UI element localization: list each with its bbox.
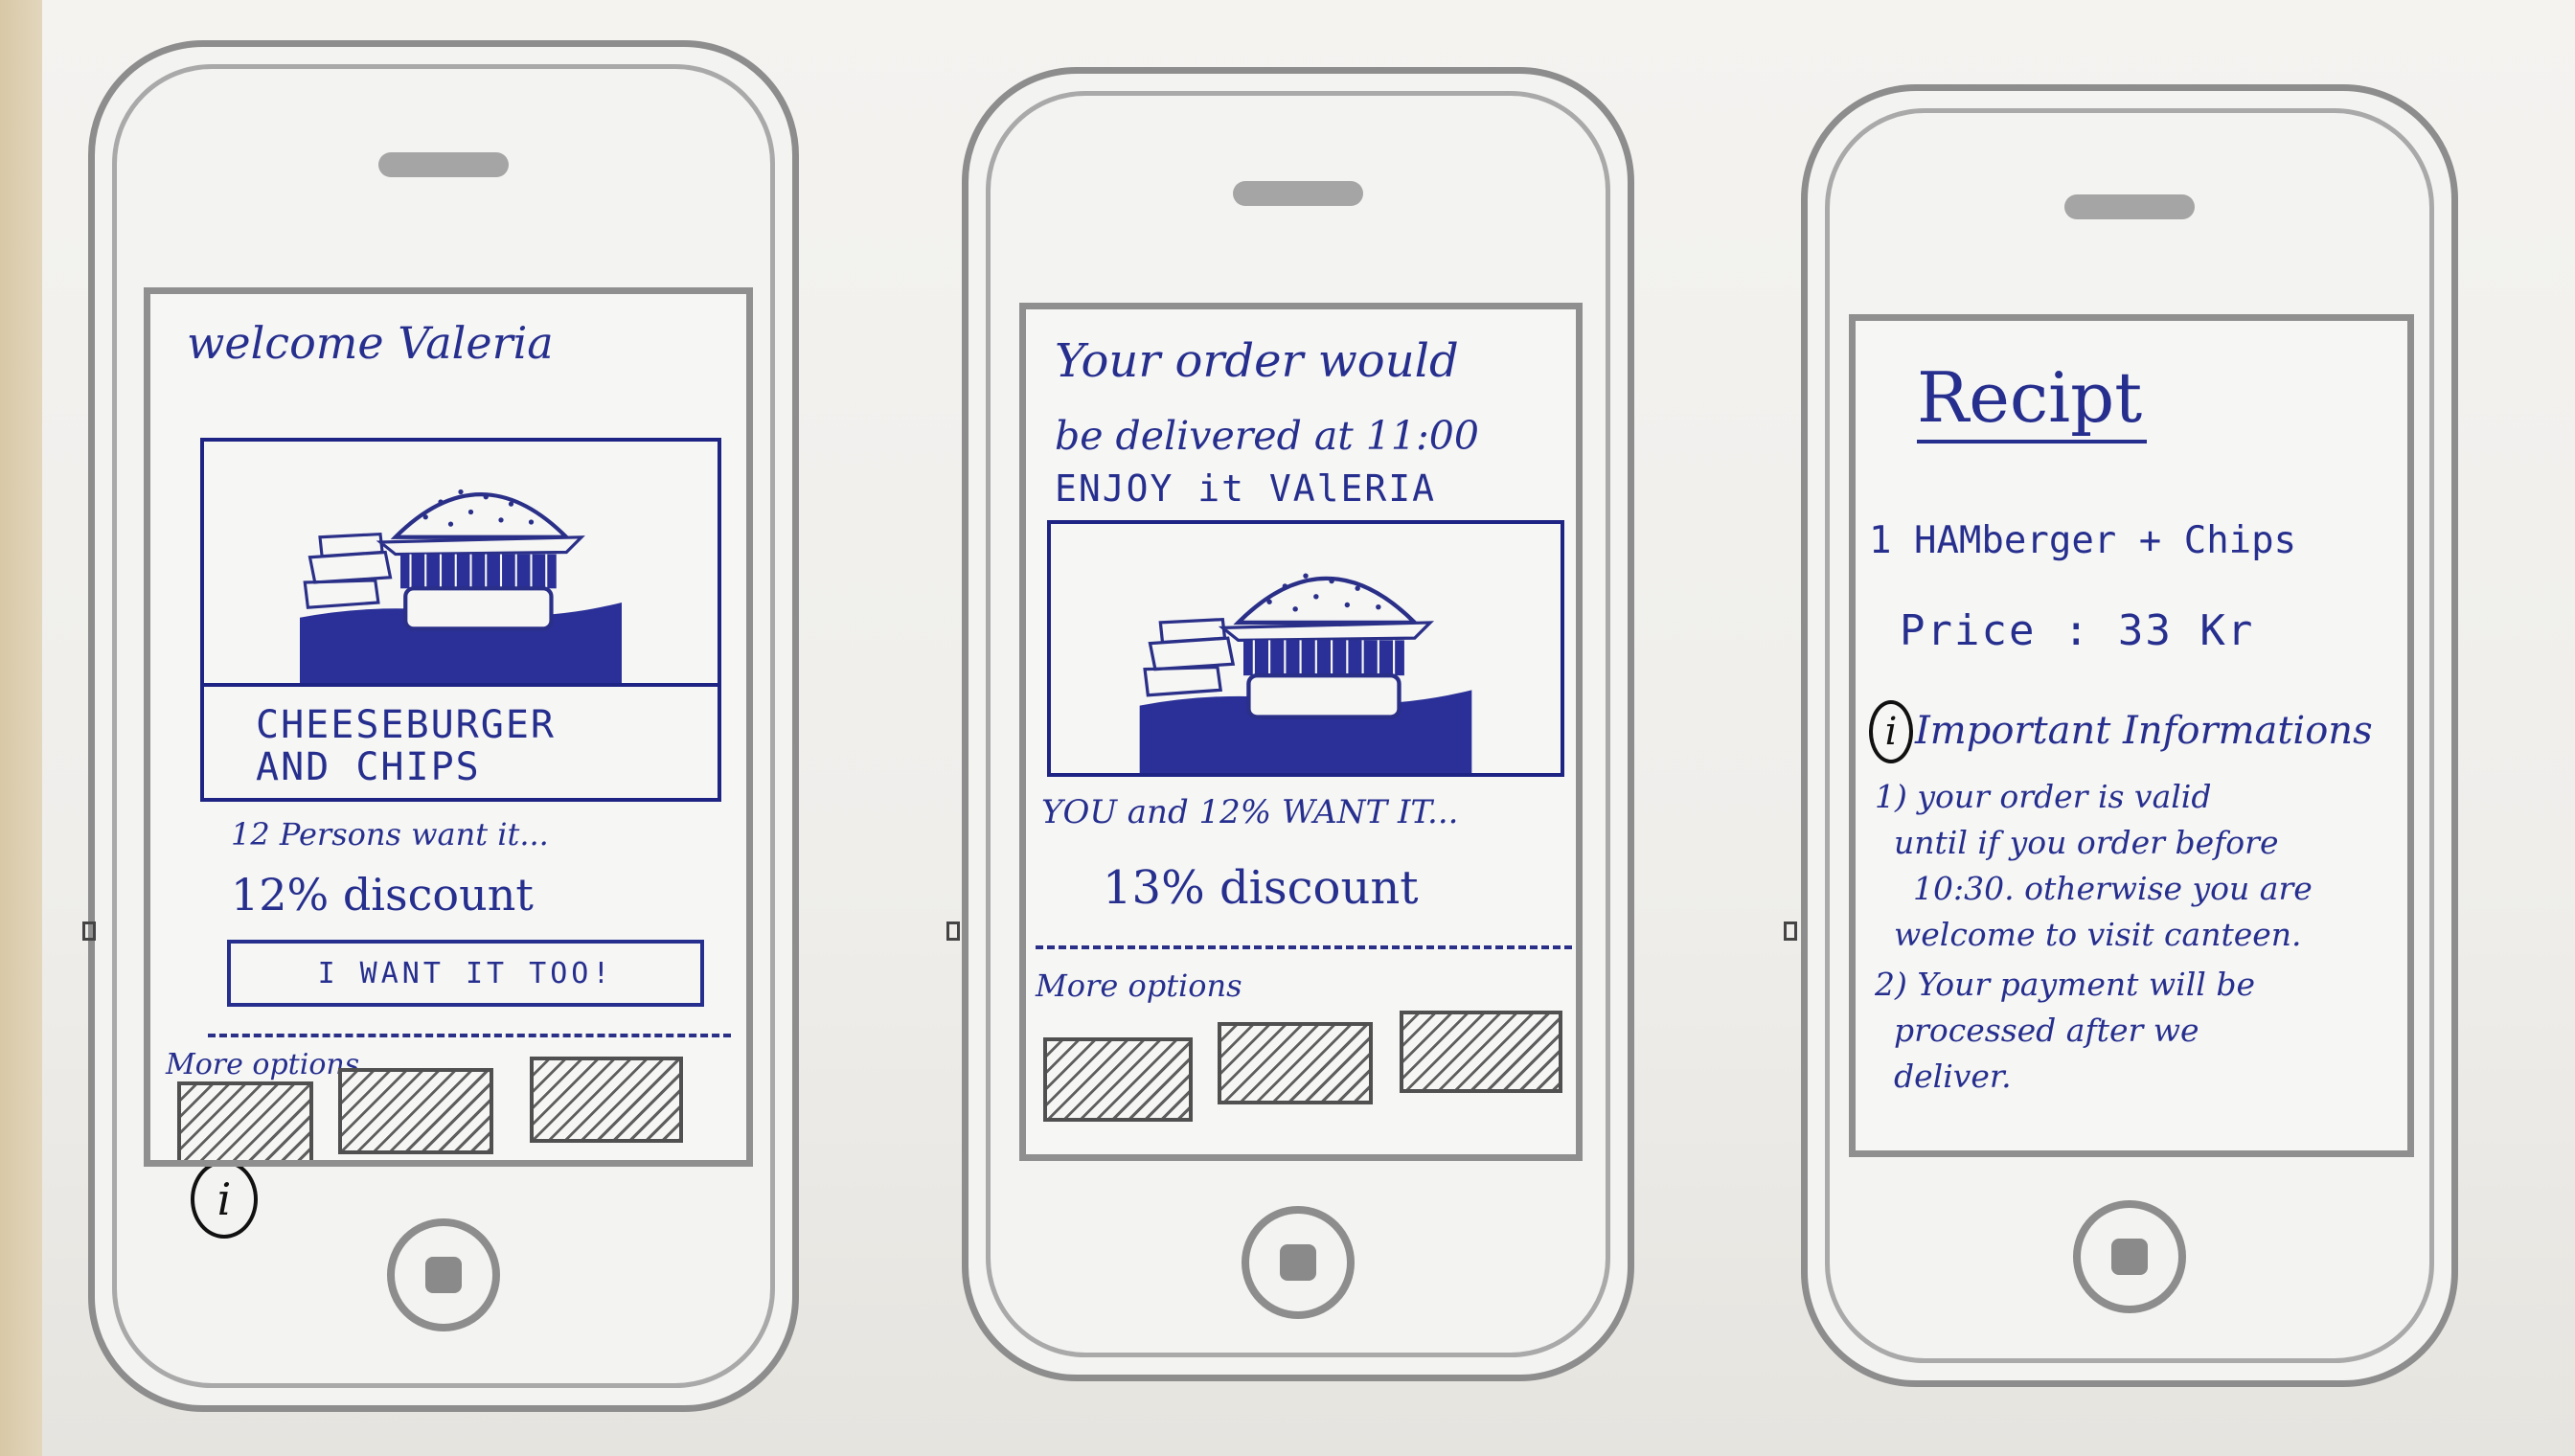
product-image-frame <box>1047 520 1564 777</box>
note-1-line-3: 10:30. otherwise you are <box>1913 870 2313 907</box>
option-thumbnail-2[interactable] <box>1218 1022 1373 1104</box>
product-image-frame: CHEESEBURGER AND CHIPS <box>200 438 721 802</box>
speaker-slot <box>2064 194 2195 219</box>
discount-label: 12% discount <box>231 869 534 921</box>
info-circle-icon[interactable]: i <box>1869 700 1913 763</box>
option-thumbnail-1[interactable] <box>177 1081 313 1160</box>
discount-label: 13% discount <box>1103 861 1419 915</box>
burger-image[interactable] <box>1051 524 1561 773</box>
confirmation-screen: Your order would be delivered at 11:00 E… <box>1019 303 1583 1161</box>
note-2-line-2: processed after we <box>1894 1012 2199 1049</box>
speaker-slot <box>378 152 509 177</box>
demand-count: YOU and 12% WANT IT... <box>1041 793 1459 831</box>
demand-count: 12 Persons want it... <box>231 816 549 853</box>
burger-image[interactable] <box>204 442 718 683</box>
delivery-line3: ENJOY it VAlERIA <box>1055 467 1437 510</box>
option-thumbnail-2[interactable] <box>338 1068 493 1154</box>
side-marker <box>946 921 960 941</box>
want-it-button[interactable]: I WANT IT TOO! <box>227 940 704 1007</box>
side-marker <box>1784 921 1797 941</box>
product-name-line2: AND CHIPS <box>256 745 481 789</box>
home-button-icon[interactable] <box>387 1218 500 1331</box>
welcome-heading: welcome Valeria <box>187 317 554 369</box>
side-marker <box>82 921 96 941</box>
home-button-icon[interactable] <box>1242 1206 1355 1319</box>
option-thumbnail-1[interactable] <box>1043 1037 1193 1122</box>
info-circle-icon[interactable]: i <box>191 1160 258 1239</box>
delivery-line1: Your order would <box>1055 334 1459 388</box>
note-2-line-3: deliver. <box>1894 1058 2012 1095</box>
more-options-label: More options <box>1036 967 1242 1004</box>
note-1-line-4: welcome to visit canteen. <box>1894 916 2302 953</box>
option-thumbnail-3[interactable] <box>530 1057 683 1143</box>
info-heading: Important Informations <box>1915 709 2373 753</box>
welcome-screen: welcome Valeria CHEESEBURGER AND CHIPS 1… <box>144 287 753 1167</box>
delivery-line2: be delivered at 11:00 <box>1055 413 1479 459</box>
speaker-slot <box>1233 181 1363 206</box>
option-thumbnail-3[interactable] <box>1400 1011 1562 1093</box>
note-1-line-1: 1) your order is valid <box>1875 778 2212 815</box>
desk-edge <box>0 0 42 1456</box>
note-1-line-2: until if you order before <box>1894 824 2279 861</box>
order-price: Price : 33 Kr <box>1900 606 2255 655</box>
receipt-screen: Recipt 1 HAMberger + Chips Price : 33 Kr… <box>1849 314 2414 1157</box>
home-button-icon[interactable] <box>2073 1200 2186 1313</box>
note-2-line-1: 2) Your payment will be <box>1875 966 2255 1003</box>
title-underline <box>1917 440 2147 444</box>
receipt-title: Recipt <box>1917 357 2143 438</box>
more-options-label: More options <box>166 1048 360 1081</box>
order-item: 1 HAMberger + Chips <box>1869 519 2297 562</box>
product-name-line1: CHEESEBURGER <box>256 703 556 747</box>
section-divider <box>208 1034 731 1037</box>
section-divider <box>1036 945 1572 949</box>
